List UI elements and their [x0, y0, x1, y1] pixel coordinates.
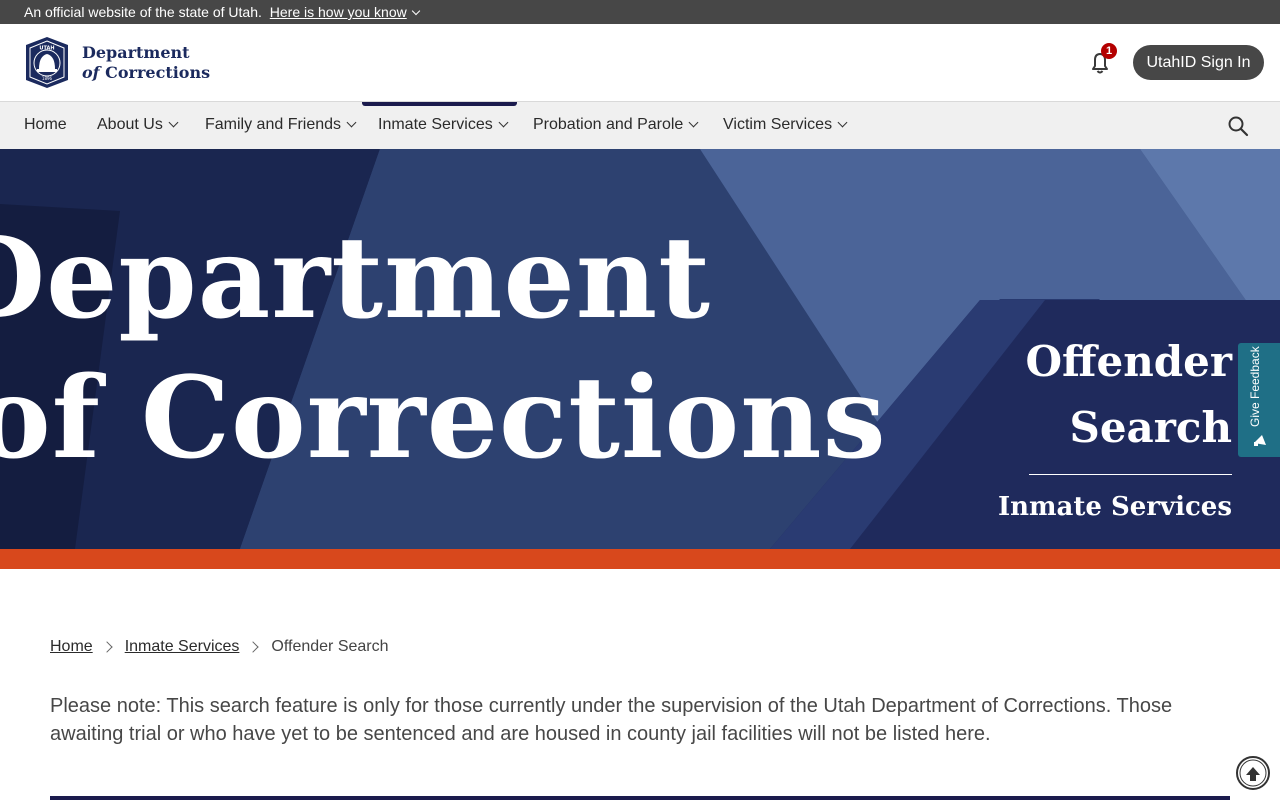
nav-item-label: Victim Services	[723, 116, 833, 133]
search-notice-text: Please note: This search feature is only…	[50, 695, 1173, 745]
page-title: Offender Search	[1025, 337, 1232, 452]
nav-item-label: Probation and Parole	[533, 116, 684, 133]
hero-banner: Department of Corrections Offender Searc…	[0, 149, 1280, 549]
breadcrumb-home-link[interactable]: Home	[50, 635, 93, 659]
nav-item-family-and-friends[interactable]: Family and Friends	[205, 102, 357, 149]
main-navigation: Home About Us Family and Friends Inmate …	[0, 102, 1280, 149]
hero-divider	[1029, 474, 1232, 475]
content-divider	[50, 796, 1230, 800]
breadcrumb-inmate-services-link[interactable]: Inmate Services	[125, 635, 240, 659]
logo-wordmark: Department of Corrections	[82, 43, 210, 83]
chevron-down-icon	[837, 117, 848, 128]
chevron-down-icon	[498, 117, 509, 128]
utahid-signin-button[interactable]: UtahID Sign In	[1133, 45, 1264, 80]
how-you-know-label: Here is how you know	[269, 4, 407, 20]
logo-line1: Department	[82, 42, 190, 62]
nav-item-label: Inmate Services	[378, 116, 493, 133]
breadcrumb: Home Inmate Services Offender Search	[50, 635, 389, 659]
search-icon[interactable]	[1226, 114, 1250, 138]
official-site-text: An official website of the state of Utah…	[24, 4, 262, 20]
page-section-label: Inmate Services	[997, 492, 1232, 522]
give-feedback-tab[interactable]: Give Feedback	[1238, 343, 1280, 457]
nav-item-label: Family and Friends	[205, 116, 342, 133]
site-header: UTAH 1896 Department of Corrections 1 Ut…	[0, 24, 1280, 102]
chevron-down-icon	[168, 117, 179, 128]
hero-background-text-line2: of Corrections	[0, 353, 887, 484]
chevron-right-icon	[101, 641, 113, 653]
nav-item-inmate-services[interactable]: Inmate Services	[378, 102, 509, 149]
nav-item-home[interactable]: Home	[24, 102, 67, 149]
chevron-down-icon	[688, 117, 699, 128]
chevron-down-icon	[411, 6, 420, 16]
chevron-down-icon	[346, 117, 357, 128]
nav-item-probation-and-parole[interactable]: Probation and Parole	[533, 102, 699, 149]
megaphone-icon	[1254, 435, 1266, 446]
nav-item-about-us[interactable]: About Us	[97, 102, 179, 149]
nav-item-label: About Us	[97, 116, 163, 133]
nav-item-victim-services[interactable]: Victim Services	[723, 102, 848, 149]
arrow-up-circle-icon[interactable]	[1235, 755, 1271, 791]
seal-year: 1896	[42, 76, 53, 81]
logo-of: of	[82, 62, 100, 82]
hero-accent-strip	[0, 549, 1280, 569]
chevron-right-icon	[247, 641, 260, 653]
give-feedback-label: Give Feedback	[1248, 346, 1262, 427]
seal-text: UTAH	[39, 46, 54, 52]
breadcrumb-current: Offender Search	[271, 638, 389, 655]
site-logo[interactable]: UTAH 1896 Department of Corrections	[24, 36, 210, 89]
utah-seal-logo: UTAH 1896	[26, 37, 68, 88]
how-you-know-link[interactable]: Here is how you know	[269, 4, 420, 20]
official-site-banner: An official website of the state of Utah…	[0, 0, 1280, 24]
notification-badge: 1	[1101, 43, 1117, 59]
logo-line2: Corrections	[105, 62, 211, 82]
nav-item-label: Home	[24, 116, 67, 133]
hero-background-text-line1: Department	[0, 213, 711, 344]
